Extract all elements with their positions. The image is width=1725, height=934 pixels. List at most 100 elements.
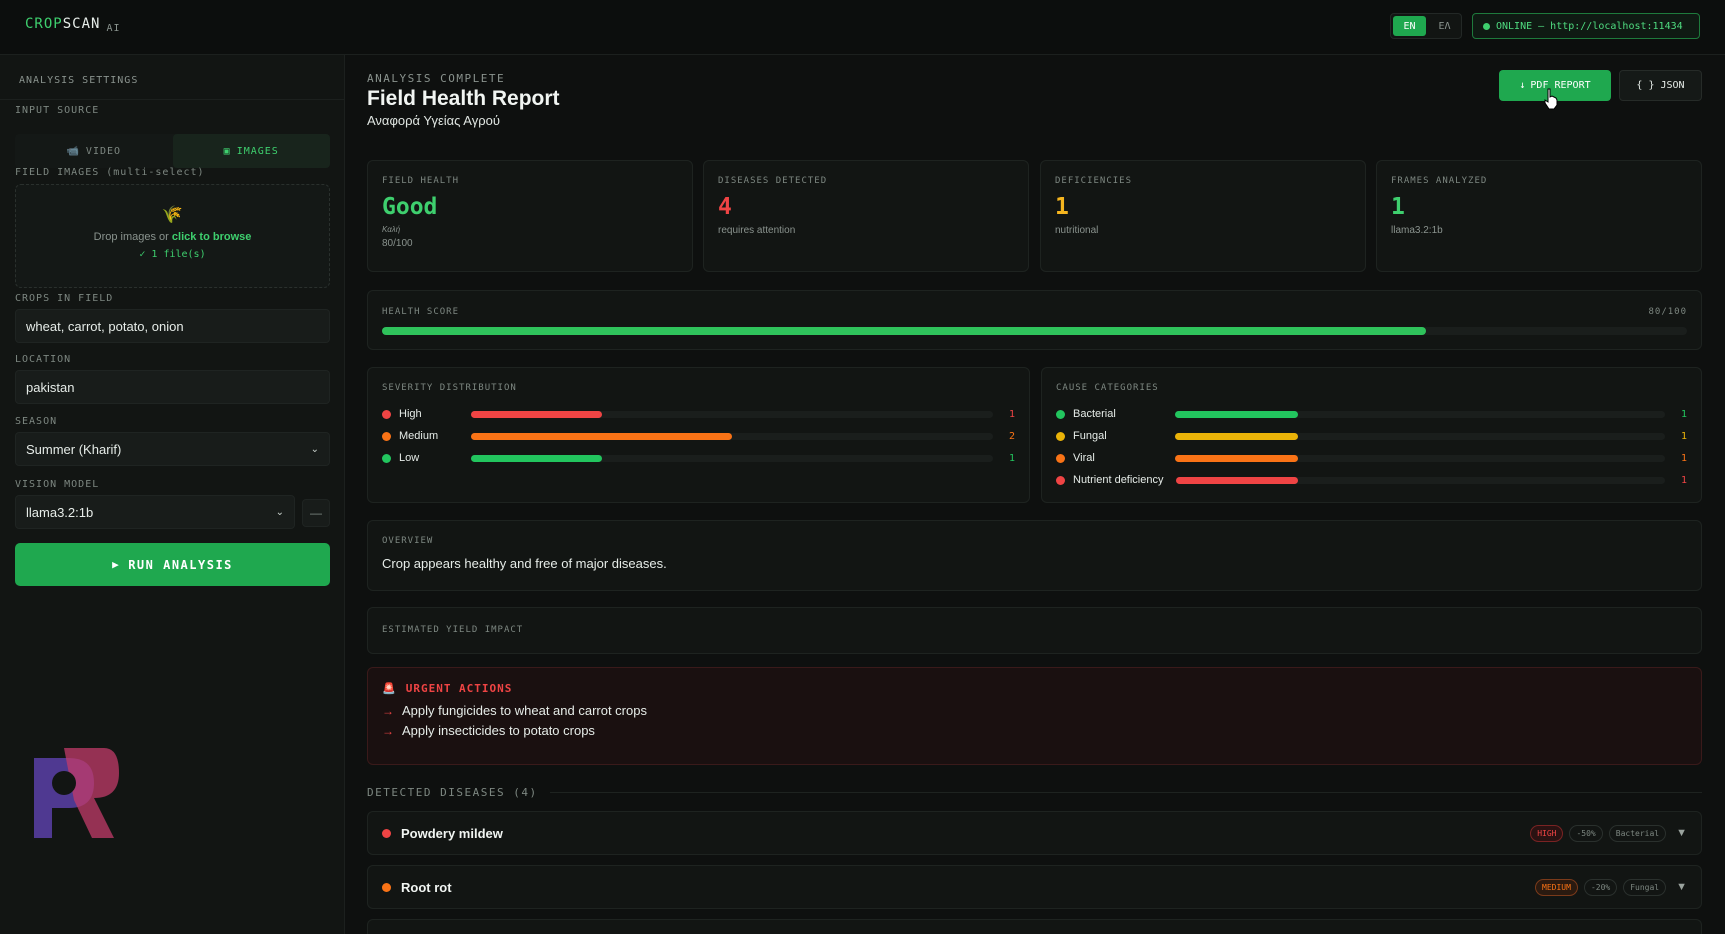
overview-card: OVERVIEW Crop appears healthy and free o… — [367, 520, 1702, 591]
urgent-item: → Apply insecticides to potato crops — [382, 723, 1687, 738]
legend-dot-icon — [1056, 409, 1065, 419]
model-value: llama3.2:1b — [26, 504, 94, 520]
cause-count: 1 — [1680, 452, 1687, 464]
severity-dot-icon — [382, 882, 391, 892]
page-title: Field Health Report — [367, 87, 560, 110]
legend-dot-icon — [1056, 475, 1065, 485]
severity-bar — [471, 432, 732, 440]
stat-label: DISEASES DETECTED — [718, 176, 828, 186]
severity-row: Low 1 — [382, 447, 1015, 469]
model-refresh-button[interactable]: — — [302, 499, 330, 527]
stat-label: FIELD HEALTH — [382, 176, 460, 186]
severity-dot-icon — [382, 828, 391, 838]
causes-label: CAUSE CATEGORIES — [1056, 383, 1159, 393]
wheat-icon: 🌾 — [161, 205, 184, 224]
model-select[interactable]: llama3.2:1b ⌄ — [15, 495, 295, 529]
video-tab-label: VIDEO — [85, 145, 122, 157]
divider — [549, 792, 1702, 793]
disease-row[interactable]: Root rot MEDIUM -20% Fungal ▼ — [367, 865, 1702, 909]
chevron-down-icon: ⌄ — [275, 506, 284, 518]
location-input[interactable]: pakistan — [15, 370, 330, 404]
legend-dot-icon — [1056, 453, 1065, 463]
urgent-item-text: Apply fungicides to wheat and carrot cro… — [402, 703, 647, 718]
json-label: JSON — [1660, 80, 1685, 91]
severity-row: Medium 2 — [382, 425, 1015, 447]
run-analysis-button[interactable]: ▶ RUN ANALYSIS — [15, 543, 330, 586]
legend-dot-icon — [382, 453, 391, 463]
urgent-item-text: Apply insecticides to potato crops — [402, 723, 595, 738]
yield-impact-card: ESTIMATED YIELD IMPACT — [367, 607, 1702, 654]
cause-count: 1 — [1680, 474, 1687, 486]
app-logo: CROPSCAN AI — [25, 16, 120, 34]
stat-sub: requires attention — [718, 225, 796, 236]
overview-text: Crop appears healthy and free of major d… — [382, 556, 667, 571]
stat-sub: Καλή — [382, 225, 401, 234]
category-badge: Bacterial — [1608, 824, 1667, 842]
cause-bar — [1175, 410, 1298, 418]
stat-card-diseases: DISEASES DETECTED 4 requires attention — [703, 160, 1029, 272]
cause-count: 1 — [1680, 430, 1687, 442]
model-label: VISION MODEL — [15, 479, 100, 490]
severity-badge: MEDIUM — [1535, 878, 1578, 896]
season-select[interactable]: Summer (Kharif) ⌄ — [15, 432, 330, 466]
browse-link[interactable]: click to browse — [172, 231, 251, 243]
sidebar: ANALYSIS SETTINGS INPUT SOURCE 📹 VIDEO ▣ I… — [0, 55, 345, 934]
connection-status: ONLINE — http://localhost:11434 — [1472, 13, 1700, 39]
severity-track — [471, 454, 993, 462]
stat-sub-score: 80/100 — [382, 238, 413, 249]
legend-dot-icon — [382, 409, 391, 419]
images-tab[interactable]: ▣ IMAGES — [172, 134, 330, 168]
stat-label: FRAMES ANALYZED — [1391, 176, 1488, 186]
cause-categories-card: CAUSE CATEGORIES Bacterial 1 Fungal 1 Viral 1… — [1041, 367, 1702, 503]
health-score-label: HEALTH SCORE — [382, 307, 460, 317]
cause-bar — [1175, 476, 1298, 484]
disease-row[interactable]: Powdery mildew HIGH -50% Bacterial ▼ — [367, 811, 1702, 855]
cause-name: Fungal — [1073, 430, 1107, 442]
severity-name: Medium — [399, 430, 439, 442]
play-icon: ▶ — [112, 558, 121, 571]
cause-track — [1175, 454, 1665, 462]
json-button[interactable]: { } JSON — [1619, 70, 1702, 101]
lang-en-button[interactable]: EN — [1393, 16, 1426, 36]
expand-triangle-icon[interactable]: ▼ — [1676, 881, 1687, 893]
dropzone-text: Drop images or click to browse — [16, 231, 329, 243]
download-icon: ↓ — [1519, 80, 1526, 91]
severity-name: High — [399, 408, 422, 420]
field-images-label: FIELD IMAGES (multi-select) — [15, 167, 205, 178]
crops-input[interactable]: wheat, carrot, potato, onion — [15, 309, 330, 343]
status-dot-icon — [1483, 22, 1490, 30]
siren-icon: 🚨 — [382, 682, 397, 695]
urgent-actions-card: 🚨 URGENT ACTIONS → Apply fungicides to whe… — [367, 667, 1702, 765]
cause-name: Viral — [1073, 452, 1095, 464]
season-label: SEASON — [15, 416, 58, 427]
stat-card-deficiencies: DEFICIENCIES 1 nutritional — [1040, 160, 1366, 272]
image-dropzone[interactable]: 🌾 Drop images or click to browse ✓ 1 fil… — [15, 184, 330, 288]
stat-label: DEFICIENCIES — [1055, 176, 1133, 186]
expand-triangle-icon[interactable]: ▼ — [1676, 827, 1687, 839]
files-selected: ✓ 1 file(s) — [139, 249, 206, 260]
impact-badge: -50% — [1569, 824, 1603, 842]
severity-count: 1 — [1008, 452, 1015, 464]
image-icon: ▣ — [223, 145, 231, 157]
video-tab[interactable]: 📹 VIDEO — [15, 134, 173, 168]
cause-track — [1175, 476, 1665, 484]
cause-row: Bacterial 1 — [1056, 403, 1687, 425]
cause-track — [1175, 410, 1665, 418]
overview-label: OVERVIEW — [382, 536, 434, 546]
camera-icon: 📹 — [66, 145, 80, 157]
arrow-right-icon: → — [382, 723, 394, 738]
lang-el-button[interactable]: ΕΛ — [1428, 14, 1461, 38]
stat-value: 4 — [718, 194, 732, 220]
stat-value: Good — [382, 194, 438, 220]
logo-crop: CROP — [25, 16, 63, 32]
crops-label: CROPS IN FIELD — [15, 293, 114, 304]
arrow-right-icon: → — [382, 703, 394, 718]
severity-row: High 1 — [382, 403, 1015, 425]
severity-count: 2 — [1008, 430, 1015, 442]
detected-label: DETECTED DISEASES (4) — [367, 786, 538, 799]
yield-label: ESTIMATED YIELD IMPACT — [382, 625, 524, 635]
urgent-label: URGENT ACTIONS — [405, 682, 513, 695]
pdf-label: PDF REPORT — [1530, 80, 1591, 91]
cause-name: Bacterial — [1073, 408, 1116, 420]
stat-value: 1 — [1391, 194, 1405, 220]
